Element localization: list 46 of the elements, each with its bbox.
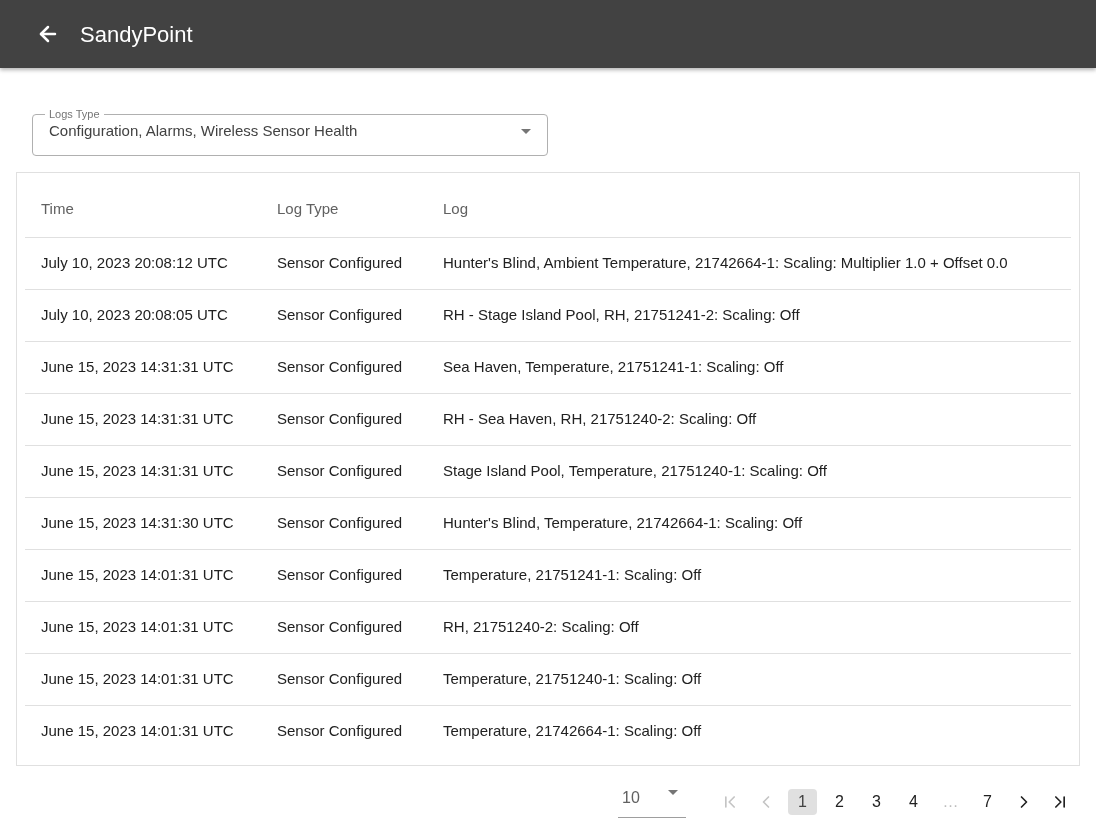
table-cell: July 10, 2023 20:08:12 UTC	[41, 253, 228, 271]
table-cell: Sensor Configured	[277, 357, 403, 375]
table-cell: Temperature, 21751240-1: Scaling: Off	[443, 669, 702, 687]
table-cell: Hunter's Blind, Temperature, 21742664-1: Scaling: Off	[443, 513, 803, 531]
table-cell: Sensor Configured	[277, 617, 403, 635]
table-cell: Sensor Configured	[277, 305, 403, 323]
select-label: Logs Type	[48, 109, 101, 120]
page-button[interactable]: 3	[862, 789, 891, 815]
table-cell: Sensor Configured	[277, 669, 403, 687]
table-cell: June 15, 2023 14:31:31 UTC	[41, 409, 234, 427]
table-cell: Temperature, 21751241-1: Scaling: Off	[443, 565, 702, 583]
table-cell: Sensor Configured	[277, 409, 403, 427]
table-cell: Sensor Configured	[277, 722, 403, 739]
select-value: Configuration, Alarms, Wireless Sensor Health	[49, 121, 358, 141]
dropdown-caret-icon	[668, 790, 678, 795]
page-button[interactable]: 4	[899, 789, 928, 815]
table-cell: June 15, 2023 14:31:31 UTC	[41, 461, 234, 479]
page-button[interactable]: 7	[973, 789, 1002, 815]
table-cell: Sensor Configured	[277, 253, 403, 271]
table-cell: RH, 21751240-2: Scaling: Off	[443, 617, 639, 635]
page-button[interactable]: 2	[825, 789, 854, 815]
ellipsis: …	[941, 792, 960, 812]
column-header: Time	[41, 199, 74, 217]
logs-type-select[interactable]: Logs Type Configuration, Alarms, Wireless Sensor Health	[32, 109, 548, 156]
table-cell: Sensor Configured	[277, 565, 403, 583]
table-cell: June 15, 2023 14:31:31 UTC	[41, 357, 234, 375]
table-cell: Temperature, 21742664-1: Scaling: Off	[443, 722, 702, 739]
table-cell: Sensor Configured	[277, 513, 403, 531]
table-cell: Sensor Configured	[277, 461, 403, 479]
column-header: Log Type	[277, 199, 339, 217]
table-cell: June 15, 2023 14:31:30 UTC	[41, 513, 234, 531]
table-cell: July 10, 2023 20:08:05 UTC	[41, 305, 228, 323]
rows-per-page-select[interactable]: 10	[618, 786, 686, 818]
dropdown-caret-icon	[521, 128, 531, 134]
column-header: Log	[443, 199, 469, 217]
table-cell: RH - Stage Island Pool, RH, 21751241-2: Scaling: Off	[443, 305, 800, 323]
page-button[interactable]: 1	[788, 789, 817, 815]
table-cell: June 15, 2023 14:01:31 UTC	[41, 617, 234, 635]
table-cell: June 15, 2023 14:01:31 UTC	[41, 669, 234, 687]
table-cell: Stage Island Pool, Temperature, 21751240-1: Scaling: Off	[443, 461, 827, 479]
table-cell: June 15, 2023 14:01:31 UTC	[41, 722, 234, 739]
table-cell: RH - Sea Haven, RH, 21751240-2: Scaling: Off	[443, 409, 757, 427]
table-cell: Hunter's Blind, Ambient Temperature, 21742664-1: Scaling: Multiplier 1.0 + Offset 0.0	[443, 253, 1008, 271]
table-cell: Sea Haven, Temperature, 21751241-1: Scaling: Off	[443, 357, 784, 375]
table-cell: June 15, 2023 14:01:31 UTC	[41, 565, 234, 583]
app-title: SandyPoint	[80, 20, 193, 49]
